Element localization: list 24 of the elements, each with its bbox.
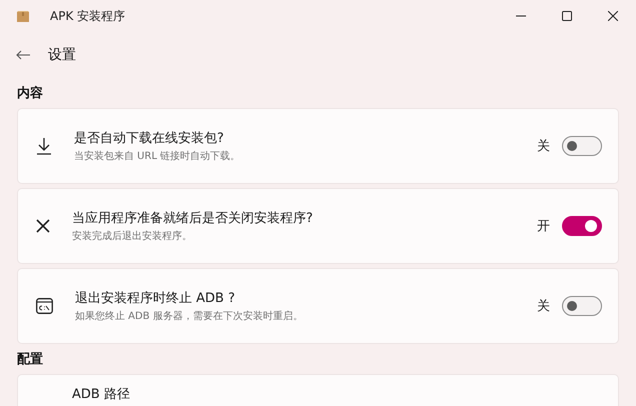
maximize-icon[interactable] [562, 11, 572, 21]
setting-title: 是否自动下载在线安装包? [74, 130, 225, 147]
setting-description: 安装完成后退出安装程序。 [72, 230, 193, 243]
toggle-switch[interactable] [562, 296, 602, 316]
close-icon[interactable] [608, 11, 618, 21]
toggle-state-label: 关 [537, 298, 550, 315]
toggle-switch[interactable] [562, 136, 602, 156]
toggle-state-label: 关 [537, 138, 550, 155]
toggle-switch[interactable] [562, 216, 602, 236]
back-icon[interactable] [16, 50, 30, 60]
window-title: APK 安装程序 [50, 8, 126, 24]
setting-title: 退出安装程序时终止 ADB ? [75, 290, 236, 307]
download-icon [36, 137, 52, 155]
terminal-icon [36, 298, 53, 314]
setting-title: ADB 路径 [72, 386, 131, 403]
setting-description: 当安装包来自 URL 链接时自动下载。 [74, 150, 242, 163]
close-icon [36, 219, 50, 233]
setting-title: 当应用程序准备就绪后是否关闭安装程序? [72, 210, 314, 227]
box-icon [16, 10, 30, 22]
section-title: 内容 [16, 84, 44, 103]
section-title: 配置 [16, 351, 44, 369]
setting-description: 如果您终止 ADB 服务器，需要在下次安装时重启。 [75, 310, 304, 323]
page-title: 设置 [48, 46, 76, 64]
toggle-state-label: 开 [537, 218, 550, 235]
